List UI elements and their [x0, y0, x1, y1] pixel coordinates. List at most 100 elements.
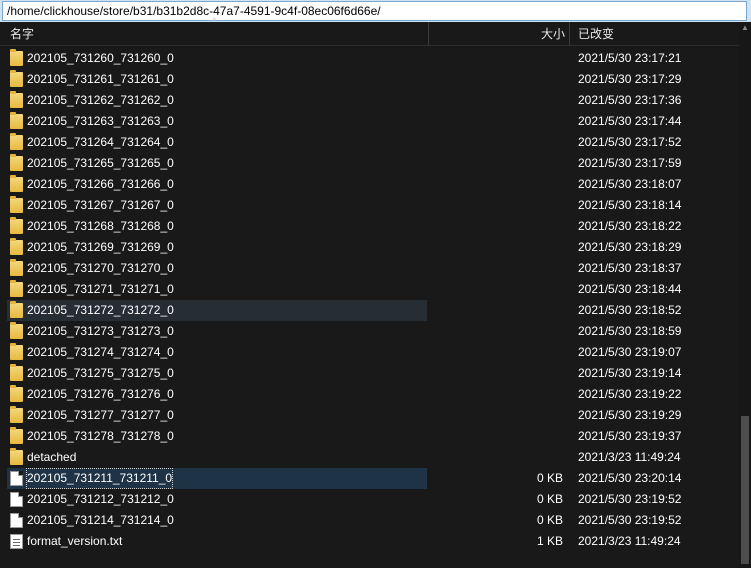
vertical-scrollbar[interactable]: ▲ — [739, 22, 751, 568]
file-name: 202105_731273_731273_0 — [27, 324, 174, 338]
file-name: 202105_731263_731263_0 — [27, 114, 174, 128]
list-item[interactable]: 202105_731278_731278_0 2021/5/30 23:19:37 — [0, 426, 739, 447]
list-item[interactable]: 202105_731272_731272_0 2021/5/30 23:18:52 — [0, 300, 739, 321]
column-header: 名字 ^ 大小 已改变 — [0, 17, 739, 46]
file-modified-date: 2021/5/30 23:17:52 — [578, 135, 682, 149]
file-size — [430, 90, 563, 111]
scrollbar-thumb[interactable] — [741, 416, 749, 564]
list-item[interactable]: 202105_731264_731264_0 2021/5/30 23:17:52 — [0, 132, 739, 153]
folder-icon — [10, 343, 23, 360]
file-name: 202105_731269_731269_0 — [27, 240, 174, 254]
list-item[interactable]: 202105_731270_731270_0 2021/5/30 23:18:37 — [0, 258, 739, 279]
file-size — [430, 48, 563, 69]
list-item[interactable]: 202105_731267_731267_0 2021/5/30 23:18:14 — [0, 195, 739, 216]
file-modified-date: 2021/5/30 23:19:37 — [578, 429, 682, 443]
file-modified-date: 2021/3/23 11:49:24 — [578, 534, 681, 548]
file-size — [430, 300, 563, 321]
list-item[interactable]: 202105_731212_731212_0 0 KB 2021/5/30 23:1… — [0, 489, 739, 510]
list-item[interactable]: 202105_731274_731274_0 2021/5/30 23:19:07 — [0, 342, 739, 363]
file-modified-date: 2021/5/30 23:17:21 — [578, 51, 682, 65]
folder-icon — [10, 385, 23, 402]
file-size — [430, 405, 563, 426]
text-file-icon — [10, 534, 23, 549]
list-item[interactable]: 202105_731263_731263_0 2021/5/30 23:17:44 — [0, 111, 739, 132]
file-icon — [10, 492, 23, 507]
list-item[interactable]: 202105_731260_731260_0 2021/5/30 23:17:21 — [0, 48, 739, 69]
file-name: 202105_731268_731268_0 — [27, 219, 174, 233]
folder-icon — [10, 49, 23, 66]
file-name: 202105_731264_731264_0 — [27, 135, 174, 149]
folder-icon — [10, 217, 23, 234]
folder-icon — [10, 280, 23, 297]
list-item[interactable]: 202105_731273_731273_0 2021/5/30 23:18:59 — [0, 321, 739, 342]
file-modified-date: 2021/5/30 23:18:37 — [578, 261, 682, 275]
folder-icon — [10, 70, 23, 87]
list-item[interactable]: 202105_731271_731271_0 2021/5/30 23:18:44 — [0, 279, 739, 300]
folder-icon — [10, 112, 23, 129]
list-item[interactable]: 202105_731269_731269_0 2021/5/30 23:18:29 — [0, 237, 739, 258]
folder-icon — [10, 259, 23, 276]
file-icon — [10, 513, 23, 528]
column-divider[interactable] — [569, 22, 570, 46]
file-name: 202105_731270_731270_0 — [27, 261, 174, 275]
file-size: 1 KB — [536, 534, 563, 548]
column-divider[interactable] — [428, 22, 429, 46]
file-size — [430, 426, 563, 447]
list-item[interactable]: 202105_731276_731276_0 2021/5/30 23:19:22 — [0, 384, 739, 405]
file-name: 202105_731211_731211_0 — [26, 468, 174, 489]
path-bar: /home/clickhouse/store/b31/b31b2d8c-47a7… — [0, 0, 751, 22]
list-item[interactable]: 202105_731277_731277_0 2021/5/30 23:19:29 — [0, 405, 739, 426]
list-item[interactable]: format_version.txt 1 KB 2021/3/23 11:49:24 — [0, 531, 739, 552]
file-name: 202105_731260_731260_0 — [27, 51, 174, 65]
folder-icon — [10, 427, 23, 444]
file-name: format_version.txt — [27, 534, 123, 548]
file-modified-date: 2021/5/30 23:19:52 — [578, 492, 682, 506]
file-modified-date: 2021/5/30 23:17:29 — [578, 72, 682, 86]
file-size — [430, 153, 563, 174]
list-item[interactable]: 202105_731211_731211_0 0 KB 2021/5/30 23:2… — [0, 468, 739, 489]
file-size — [430, 363, 563, 384]
file-modified-date: 2021/5/30 23:18:59 — [578, 324, 682, 338]
file-name: 202105_731265_731265_0 — [27, 156, 174, 170]
file-modified-date: 2021/5/30 23:18:29 — [578, 240, 682, 254]
list-item[interactable]: 202105_731266_731266_0 2021/5/30 23:18:07 — [0, 174, 739, 195]
file-size — [430, 132, 563, 153]
file-modified-date: 2021/5/30 23:17:44 — [578, 114, 682, 128]
folder-icon — [10, 238, 23, 255]
file-size — [430, 69, 563, 90]
list-item[interactable]: 202105_731214_731214_0 0 KB 2021/5/30 23:1… — [0, 510, 739, 531]
column-header-name[interactable]: 名字 — [10, 22, 34, 46]
path-input[interactable]: /home/clickhouse/store/b31/b31b2d8c-47a7… — [2, 1, 747, 21]
file-size — [430, 342, 563, 363]
file-icon — [10, 471, 23, 486]
file-modified-date: 2021/5/30 23:18:07 — [578, 177, 682, 191]
horizontal-scrollbar[interactable] — [0, 561, 739, 568]
file-size — [430, 174, 563, 195]
column-header-size[interactable]: 大小 — [430, 22, 565, 46]
file-size — [430, 111, 563, 132]
folder-icon — [10, 91, 23, 108]
scroll-up-arrow-icon[interactable]: ▲ — [739, 22, 751, 34]
file-size — [430, 216, 563, 237]
file-name: 202105_731262_731262_0 — [27, 93, 174, 107]
file-size: 0 KB — [536, 471, 563, 485]
folder-icon — [10, 196, 23, 213]
file-size — [430, 195, 563, 216]
list-item[interactable]: 202105_731275_731275_0 2021/5/30 23:19:14 — [0, 363, 739, 384]
list-item[interactable]: detached 2021/3/23 11:49:24 — [0, 447, 739, 468]
list-item[interactable]: 202105_731262_731262_0 2021/5/30 23:17:36 — [0, 90, 739, 111]
file-name: 202105_731266_731266_0 — [27, 177, 174, 191]
column-header-modified[interactable]: 已改变 — [578, 22, 614, 46]
list-item[interactable]: 202105_731261_731261_0 2021/5/30 23:17:29 — [0, 69, 739, 90]
file-name: 202105_731214_731214_0 — [27, 513, 174, 527]
file-modified-date: 2021/5/30 23:18:52 — [578, 303, 682, 317]
file-size — [430, 279, 563, 300]
file-name: 202105_731274_731274_0 — [27, 345, 174, 359]
file-modified-date: 2021/5/30 23:17:36 — [578, 93, 682, 107]
file-modified-date: 2021/5/30 23:19:52 — [578, 513, 682, 527]
file-name: 202105_731276_731276_0 — [27, 387, 174, 401]
file-name: 202105_731261_731261_0 — [27, 72, 174, 86]
list-item[interactable]: 202105_731265_731265_0 2021/5/30 23:17:59 — [0, 153, 739, 174]
list-item[interactable]: 202105_731268_731268_0 2021/5/30 23:18:22 — [0, 216, 739, 237]
file-modified-date: 2021/5/30 23:20:14 — [578, 471, 682, 485]
